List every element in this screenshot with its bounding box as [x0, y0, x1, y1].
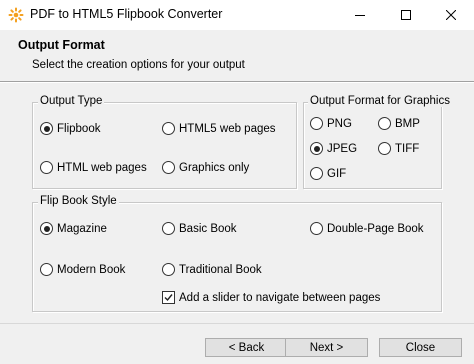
radio-indicator: [162, 122, 175, 135]
radio-indicator: [162, 161, 175, 174]
radio-indicator: [310, 142, 323, 155]
radio-indicator: [40, 161, 53, 174]
radio-indicator: [378, 142, 391, 155]
checkbox-label: Add a slider to navigate between pages: [179, 291, 381, 304]
converter-window: PDF to HTML5 Flipbook Converter Output F…: [0, 0, 474, 364]
radio-modern-book[interactable]: Modern Book: [40, 263, 125, 276]
radio-indicator: [40, 122, 53, 135]
flip-book-style-label: Flip Book Style: [38, 195, 119, 207]
radio-indicator: [378, 117, 391, 130]
window-title: PDF to HTML5 Flipbook Converter: [30, 7, 223, 21]
radio-label: Traditional Book: [179, 263, 262, 276]
wizard-header: Output Format Select the creation option…: [0, 30, 474, 83]
radio-jpeg[interactable]: JPEG: [310, 142, 357, 155]
radio-graphics-only[interactable]: Graphics only: [162, 161, 249, 174]
radio-label: Double-Page Book: [327, 222, 424, 235]
close-button[interactable]: Close: [379, 338, 462, 357]
radio-png[interactable]: PNG: [310, 117, 352, 130]
radio-label: Graphics only: [179, 161, 250, 174]
page-title: Output Format: [18, 38, 105, 52]
radio-label: HTML5 web pages: [179, 122, 276, 135]
graphics-format-label: Output Format for Graphics: [308, 95, 452, 107]
minimize-icon: [355, 15, 365, 16]
radio-label: PNG: [327, 117, 352, 130]
close-window-button[interactable]: [428, 0, 474, 30]
title-bar: PDF to HTML5 Flipbook Converter: [0, 0, 474, 30]
radio-indicator: [310, 167, 323, 180]
page-subtitle: Select the creation options for your out…: [32, 59, 245, 71]
minimize-button[interactable]: [337, 0, 383, 30]
maximize-icon: [401, 10, 411, 20]
radio-indicator: [162, 222, 175, 235]
radio-indicator: [310, 117, 323, 130]
radio-indicator: [310, 222, 323, 235]
radio-indicator: [40, 222, 53, 235]
radio-label: HTML web pages: [57, 161, 147, 174]
checkmark-icon: [164, 294, 173, 302]
checkbox-indicator: [162, 291, 175, 304]
maximize-button[interactable]: [383, 0, 429, 30]
slider-navigation-checkbox[interactable]: Add a slider to navigate between pages: [162, 291, 380, 304]
radio-gif[interactable]: GIF: [310, 167, 346, 180]
radio-flipbook[interactable]: Flipbook: [40, 122, 100, 135]
radio-html5-web-pages[interactable]: HTML5 web pages: [162, 122, 276, 135]
radio-html-web-pages[interactable]: HTML web pages: [40, 161, 147, 174]
radio-label: Flipbook: [57, 122, 101, 135]
output-type-label: Output Type: [38, 95, 105, 107]
radio-indicator: [162, 263, 175, 276]
radio-label: JPEG: [327, 142, 358, 155]
close-icon: [446, 10, 456, 20]
radio-label: Modern Book: [57, 263, 126, 276]
radio-tiff[interactable]: TIFF: [378, 142, 419, 155]
next-button[interactable]: Next >: [285, 338, 368, 357]
radio-label: Basic Book: [179, 222, 237, 235]
radio-label: TIFF: [395, 142, 420, 155]
radio-label: Magazine: [57, 222, 107, 235]
radio-label: BMP: [395, 117, 420, 130]
radio-label: GIF: [327, 167, 347, 180]
back-button[interactable]: < Back: [205, 338, 288, 357]
header-divider: [0, 81, 474, 83]
radio-double-page-book[interactable]: Double-Page Book: [310, 222, 424, 235]
radio-traditional-book[interactable]: Traditional Book: [162, 263, 262, 276]
radio-basic-book[interactable]: Basic Book: [162, 222, 237, 235]
radio-bmp[interactable]: BMP: [378, 117, 420, 130]
app-icon: [8, 7, 24, 23]
footer-divider: [0, 323, 474, 324]
radio-magazine[interactable]: Magazine: [40, 222, 107, 235]
radio-indicator: [40, 263, 53, 276]
output-type-group: [32, 102, 297, 189]
